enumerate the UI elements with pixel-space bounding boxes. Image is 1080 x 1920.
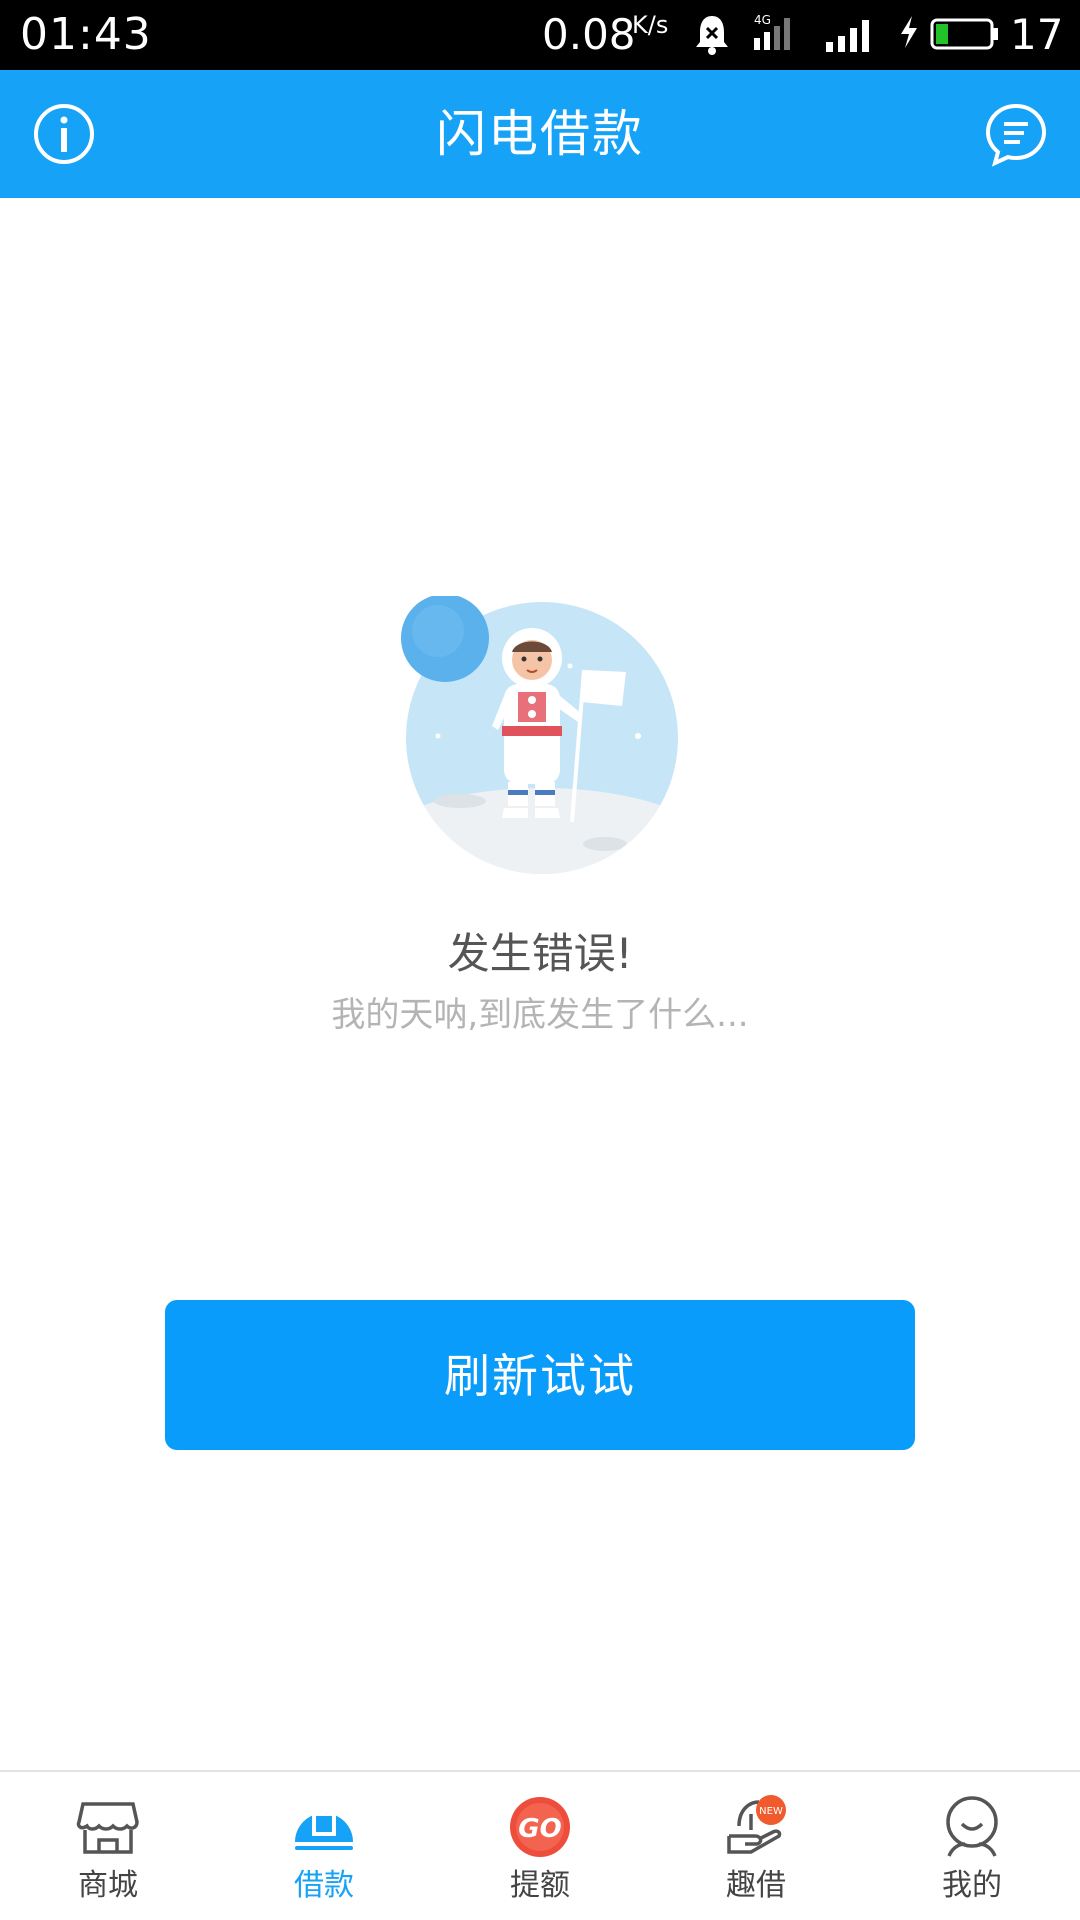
svg-text:GO: GO bbox=[518, 1814, 561, 1844]
nav-item-raise-limit[interactable]: GO 提额 bbox=[432, 1772, 648, 1920]
nav-label-loan: 借款 bbox=[294, 1868, 354, 1903]
message-icon[interactable] bbox=[982, 100, 1050, 168]
nav-item-loan[interactable]: 借款 bbox=[216, 1772, 432, 1920]
app-header: 闪电借款 bbox=[0, 70, 1080, 198]
nav-label-profile: 我的 bbox=[942, 1868, 1002, 1903]
nav-label-fun-loan: 趣借 bbox=[726, 1868, 786, 1903]
network-4g-icon: 4G bbox=[754, 13, 790, 50]
nav-item-fun-loan[interactable]: NEW 趣借 bbox=[648, 1772, 864, 1920]
charging-icon bbox=[901, 16, 917, 48]
bottom-nav: 商城 借款 GO 提额 NEW 趣借 我的 bbox=[0, 1770, 1080, 1920]
nav-item-profile[interactable]: 我的 bbox=[864, 1772, 1080, 1920]
status-time: 01:43 bbox=[20, 9, 152, 60]
error-title: 发生错误! bbox=[447, 929, 633, 978]
go-icon: GO bbox=[510, 1797, 570, 1857]
page-title: 闪电借款 bbox=[436, 105, 644, 163]
status-bar: 01:43 0.08 K/s 4G 17 bbox=[0, 0, 1080, 70]
profile-icon bbox=[946, 1796, 998, 1857]
fun-loan-icon: NEW bbox=[727, 1795, 786, 1854]
error-subtitle: 我的天呐,到底发生了什么... bbox=[331, 995, 749, 1035]
astronaut-illustration bbox=[401, 596, 678, 874]
nav-item-store[interactable]: 商城 bbox=[0, 1772, 216, 1920]
battery-icon bbox=[930, 18, 998, 50]
new-badge: NEW bbox=[759, 1806, 783, 1817]
battery-level: 17 bbox=[1010, 10, 1064, 59]
status-net-speed: 0.08 bbox=[542, 10, 636, 59]
bell-muted-icon bbox=[696, 16, 728, 55]
loan-icon bbox=[295, 1812, 353, 1850]
nav-label-store: 商城 bbox=[78, 1868, 138, 1903]
store-icon bbox=[76, 1802, 139, 1854]
refresh-button[interactable]: 刷新试试 bbox=[165, 1300, 915, 1450]
status-net-speed-unit: K/s bbox=[632, 11, 669, 39]
svg-text:4G: 4G bbox=[754, 13, 771, 27]
nav-label-raise-limit: 提额 bbox=[510, 1868, 570, 1903]
signal-icon bbox=[826, 20, 869, 52]
